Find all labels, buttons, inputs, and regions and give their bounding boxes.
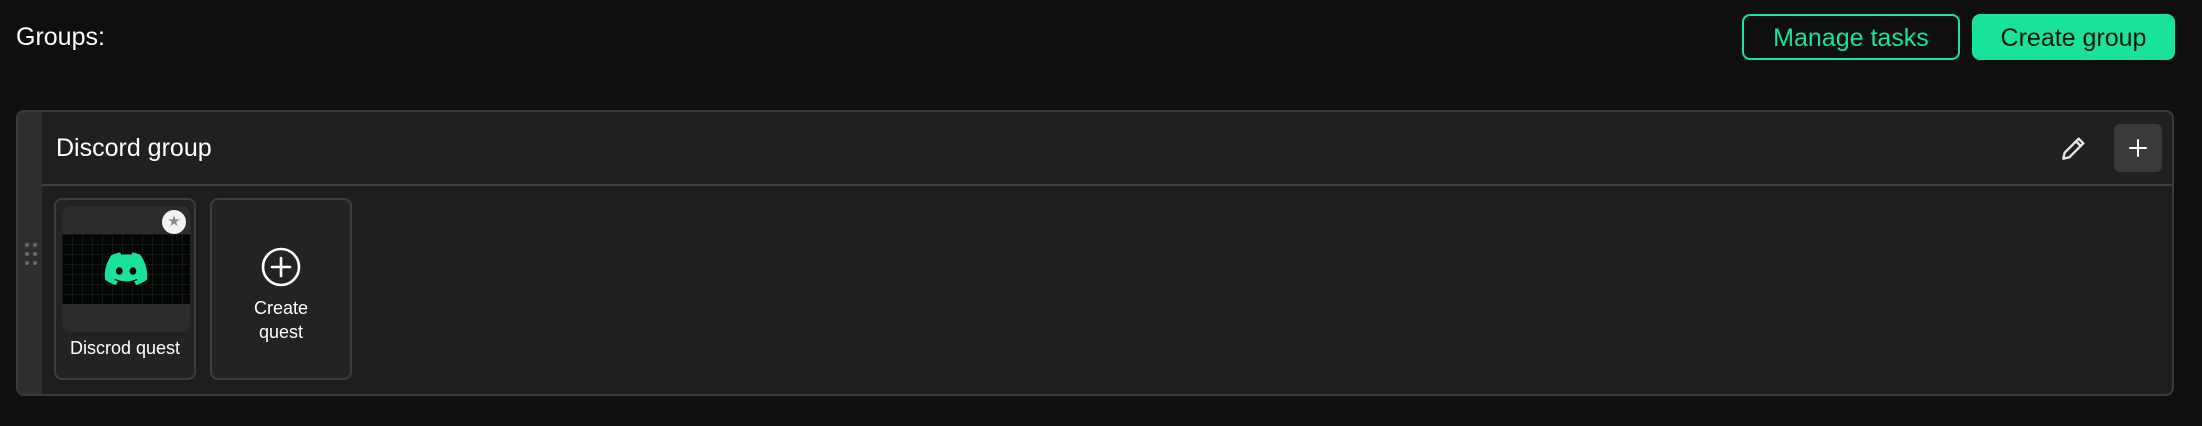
drag-handle[interactable] <box>18 112 42 394</box>
group-card: Discord group ★ Discrod quest Create que… <box>16 110 2174 396</box>
group-name: Discord group <box>56 134 212 162</box>
group-header: Discord group <box>42 112 2172 186</box>
create-quest-card[interactable]: Create quest <box>210 198 352 380</box>
drag-handle-icon <box>25 243 37 265</box>
create-group-button[interactable]: Create group <box>1972 14 2175 60</box>
create-quest-label: Create quest <box>253 298 309 342</box>
quest-image <box>62 234 190 304</box>
quest-thumbnail: ★ <box>62 206 190 332</box>
plus-circle-icon <box>261 247 301 287</box>
add-quest-button[interactable] <box>2114 124 2162 172</box>
quest-title: Discrod quest <box>69 338 181 358</box>
discord-icon <box>104 252 148 286</box>
plus-icon <box>2129 139 2147 157</box>
quest-card[interactable]: ★ Discrod quest <box>54 198 196 380</box>
pencil-icon[interactable] <box>2058 132 2090 164</box>
groups-page: Groups: Manage tasks Create group Discor… <box>0 0 2202 426</box>
page-title: Groups: <box>16 23 105 51</box>
star-icon[interactable]: ★ <box>162 210 186 234</box>
manage-tasks-button[interactable]: Manage tasks <box>1742 14 1960 60</box>
